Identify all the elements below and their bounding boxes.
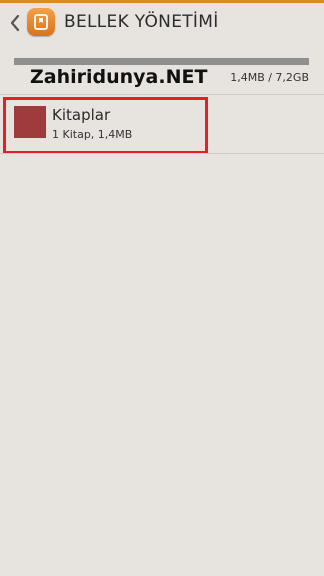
action-bar: BELLEK YÖNETİMİ bbox=[0, 3, 324, 43]
divider-bottom bbox=[0, 153, 324, 154]
storage-usage-bar bbox=[14, 58, 309, 65]
storage-usage-text: 1,4MB / 7,2GB bbox=[230, 71, 309, 84]
highlight-annotation-box bbox=[3, 97, 208, 154]
divider-top bbox=[0, 94, 324, 95]
book-icon[interactable] bbox=[27, 8, 55, 36]
watermark-text: Zahiridunya.NET bbox=[30, 66, 208, 88]
page-title: BELLEK YÖNETİMİ bbox=[64, 12, 219, 32]
chevron-left-icon[interactable] bbox=[6, 11, 24, 35]
